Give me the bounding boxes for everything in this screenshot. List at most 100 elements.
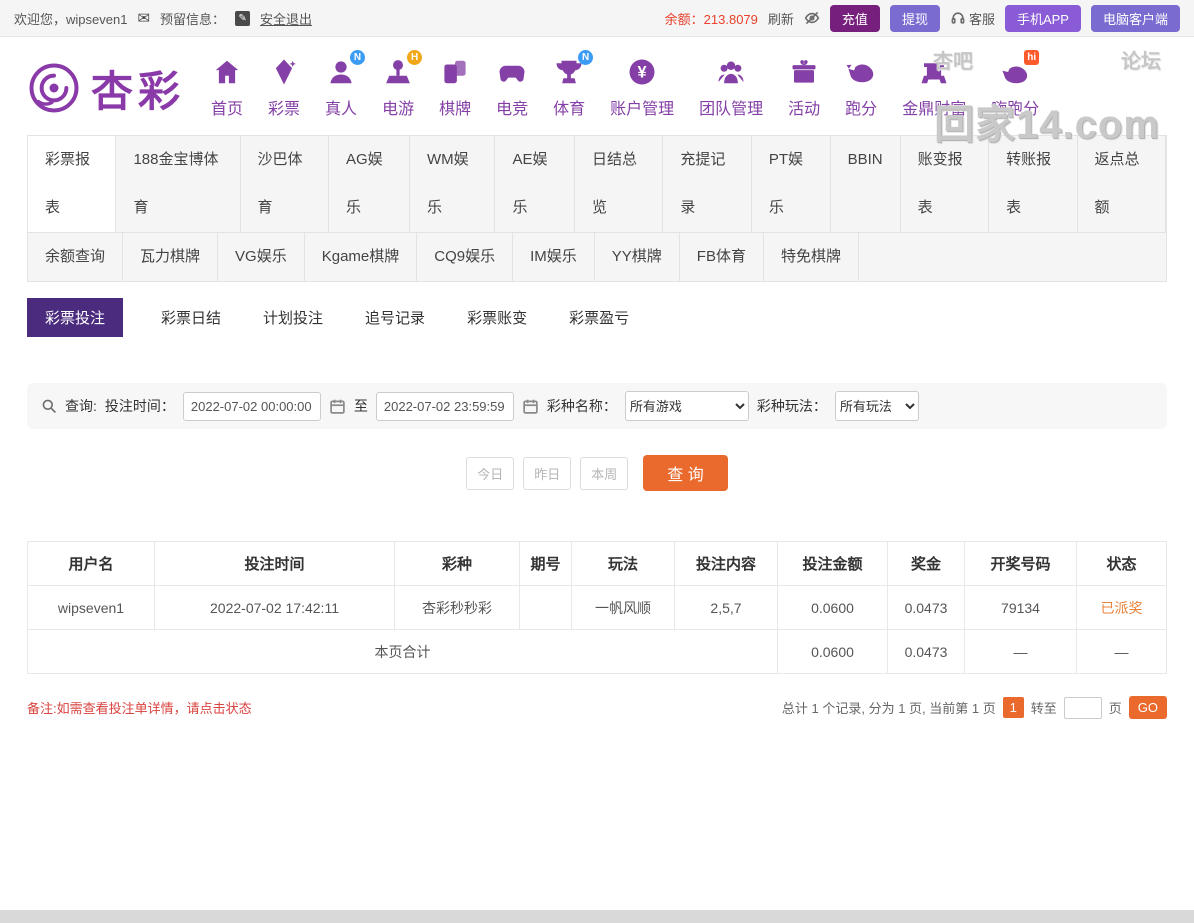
calendar-icon[interactable] xyxy=(522,398,539,415)
tab-transfer-report[interactable]: 转账报表 xyxy=(989,136,1077,232)
nav-item-account[interactable]: ¥ 账户管理 xyxy=(610,57,674,119)
hide-balance-icon[interactable] xyxy=(804,10,820,26)
subtab-lottery-daily[interactable]: 彩票日结 xyxy=(157,298,225,337)
home-icon xyxy=(212,57,242,87)
tab-cq9[interactable]: CQ9娱乐 xyxy=(417,233,513,281)
summary-bet-amount: 0.0600 xyxy=(778,630,888,674)
summary-label: 本页合计 xyxy=(28,630,778,674)
mobile-app-button[interactable]: 手机APP xyxy=(1005,5,1081,32)
subtab-lottery-account-change[interactable]: 彩票账变 xyxy=(463,298,531,337)
nav-badge: hi xyxy=(1024,50,1039,65)
tab-account-change-report[interactable]: 账变报表 xyxy=(901,136,989,232)
tab-balance-query[interactable]: 余额查询 xyxy=(28,233,123,281)
yesterday-button[interactable]: 昨日 xyxy=(523,457,571,490)
withdraw-button[interactable]: 提现 xyxy=(890,5,940,32)
nav-item-lottery[interactable]: 彩票 xyxy=(268,57,300,119)
status-link[interactable]: 已派奖 xyxy=(1101,600,1143,616)
tab-vg[interactable]: VG娱乐 xyxy=(218,233,305,281)
nav-item-team[interactable]: 团队管理 xyxy=(699,57,763,119)
deposit-button[interactable]: 充值 xyxy=(830,5,880,32)
table-header-row: 用户名 投注时间 彩种 期号 玩法 投注内容 投注金额 奖金 开奖号码 状态 xyxy=(28,542,1167,586)
tab-saba-sports[interactable]: 沙巴体育 xyxy=(241,136,329,232)
nav-item-hipaofen[interactable]: hi 嗨跑分 xyxy=(991,57,1039,119)
tab-rebate-total[interactable]: 返点总额 xyxy=(1078,136,1166,232)
goto-page-input[interactable] xyxy=(1064,697,1102,719)
tab-im[interactable]: IM娱乐 xyxy=(513,233,595,281)
week-button[interactable]: 本周 xyxy=(580,457,628,490)
edit-icon[interactable]: ✎ xyxy=(235,11,250,26)
subtab-plan-bet[interactable]: 计划投注 xyxy=(259,298,327,337)
search-icon xyxy=(41,398,57,414)
tabs-filler xyxy=(859,233,1167,281)
table-summary-row: 本页合计 0.0600 0.0473 — — xyxy=(28,630,1167,674)
page-unit-label: 页 xyxy=(1109,698,1122,717)
page-number-button[interactable]: 1 xyxy=(1003,697,1024,718)
summary-status: — xyxy=(1077,630,1167,674)
nav-item-home[interactable]: 首页 xyxy=(211,57,243,119)
topbar: 欢迎您，wipseven1 ✉ 预留信息： ✎ 安全退出 余额：213.8079… xyxy=(0,0,1194,37)
time-to-input[interactable] xyxy=(376,392,514,421)
subtab-lottery-bet[interactable]: 彩票投注 xyxy=(27,298,123,337)
col-bet-time: 投注时间 xyxy=(155,542,395,586)
lottery-name-select[interactable]: 所有游戏 xyxy=(625,391,749,421)
tab-ag[interactable]: AG娱乐 xyxy=(329,136,410,232)
brand-name: 杏彩 xyxy=(91,58,185,119)
nav-item-wealth[interactable]: 金鼎财富 xyxy=(902,57,966,119)
col-play: 玩法 xyxy=(572,542,675,586)
watermark-right: 论坛 xyxy=(1121,45,1161,74)
tab-lottery-report[interactable]: 彩票报表 xyxy=(28,136,116,232)
calendar-icon[interactable] xyxy=(329,398,346,415)
subtab-chase-record[interactable]: 追号记录 xyxy=(361,298,429,337)
message-icon[interactable]: ✉ xyxy=(137,9,150,27)
tab-fb-sports[interactable]: FB体育 xyxy=(680,233,764,281)
tab-wm[interactable]: WM娱乐 xyxy=(410,136,495,232)
tab-bbin[interactable]: BBIN xyxy=(831,136,901,232)
tab-wali-chess[interactable]: 瓦力棋牌 xyxy=(123,233,218,281)
nav-item-live[interactable]: N 真人 xyxy=(325,57,357,119)
tab-yy-chess[interactable]: YY棋牌 xyxy=(595,233,680,281)
refresh-button[interactable]: 刷新 xyxy=(768,9,794,28)
col-prize: 奖金 xyxy=(888,542,965,586)
quick-buttons: 今日 昨日 本周 查 询 xyxy=(27,455,1167,491)
lottery-name-label: 彩种名称： xyxy=(547,396,617,416)
play-type-select[interactable]: 所有玩法 xyxy=(835,391,919,421)
tab-tem-chess[interactable]: 特免棋牌 xyxy=(764,233,859,281)
nav-item-esports[interactable]: 电竞 xyxy=(496,57,528,119)
report-tabs-row1: 彩票报表 188金宝博体育 沙巴体育 AG娱乐 WM娱乐 AE娱乐 日结总览 充… xyxy=(27,136,1167,233)
pagination-summary: 总计 1 个记录, 分为 1 页, 当前第 1 页 xyxy=(782,698,996,717)
main-nav: 首页 彩票 N 真人 H 电游 棋牌 电竞 N 体育 xyxy=(211,57,1039,119)
tab-deposit-withdraw-record[interactable]: 充提记录 xyxy=(663,136,751,232)
tiles-icon xyxy=(440,57,470,87)
tabs-filler xyxy=(1166,136,1167,232)
logout-link[interactable]: 安全退出 xyxy=(260,9,312,28)
headset-icon xyxy=(950,10,966,26)
nav-item-paofen[interactable]: 跑分 xyxy=(845,57,877,119)
tab-pt[interactable]: PT娱乐 xyxy=(752,136,831,232)
nav-item-sports[interactable]: N 体育 xyxy=(553,57,585,119)
ding-wealth-icon xyxy=(919,57,949,87)
go-button[interactable]: GO xyxy=(1129,696,1167,719)
col-username: 用户名 xyxy=(28,542,155,586)
subtab-lottery-profit[interactable]: 彩票盈亏 xyxy=(565,298,633,337)
tab-ae[interactable]: AE娱乐 xyxy=(495,136,575,232)
site-logo[interactable]: 杏彩 xyxy=(27,58,185,119)
nav-item-boardgames[interactable]: 棋牌 xyxy=(439,57,471,119)
time-from-input[interactable] xyxy=(183,392,321,421)
cell-bet-amount: 0.0600 xyxy=(778,586,888,630)
report-tabs-row2: 余额查询 瓦力棋牌 VG娱乐 Kgame棋牌 CQ9娱乐 IM娱乐 YY棋牌 F… xyxy=(27,233,1167,282)
nav-item-activity[interactable]: 活动 xyxy=(788,57,820,119)
tab-188bet-sports[interactable]: 188金宝博体育 xyxy=(116,136,240,232)
nav-item-egames[interactable]: H 电游 xyxy=(382,57,414,119)
filter-bar: 查询: 投注时间： 至 彩种名称： 所有游戏 彩种玩法： 所有玩法 xyxy=(27,383,1167,429)
summary-prize: 0.0473 xyxy=(888,630,965,674)
lottery-ticket-icon xyxy=(269,57,299,87)
customer-service-button[interactable]: 客服 xyxy=(950,9,995,28)
pc-client-button[interactable]: 电脑客户端 xyxy=(1091,5,1180,32)
today-button[interactable]: 今日 xyxy=(466,457,514,490)
tab-kgame[interactable]: Kgame棋牌 xyxy=(305,233,418,281)
lottery-subtabs: 彩票投注 彩票日结 计划投注 追号记录 彩票账变 彩票盈亏 xyxy=(27,298,1167,337)
tab-daily-overview[interactable]: 日结总览 xyxy=(575,136,663,232)
reserved-info-label: 预留信息： xyxy=(160,9,225,28)
balance-text: 余额：213.8079 xyxy=(665,9,758,28)
query-button[interactable]: 查 询 xyxy=(643,455,727,491)
